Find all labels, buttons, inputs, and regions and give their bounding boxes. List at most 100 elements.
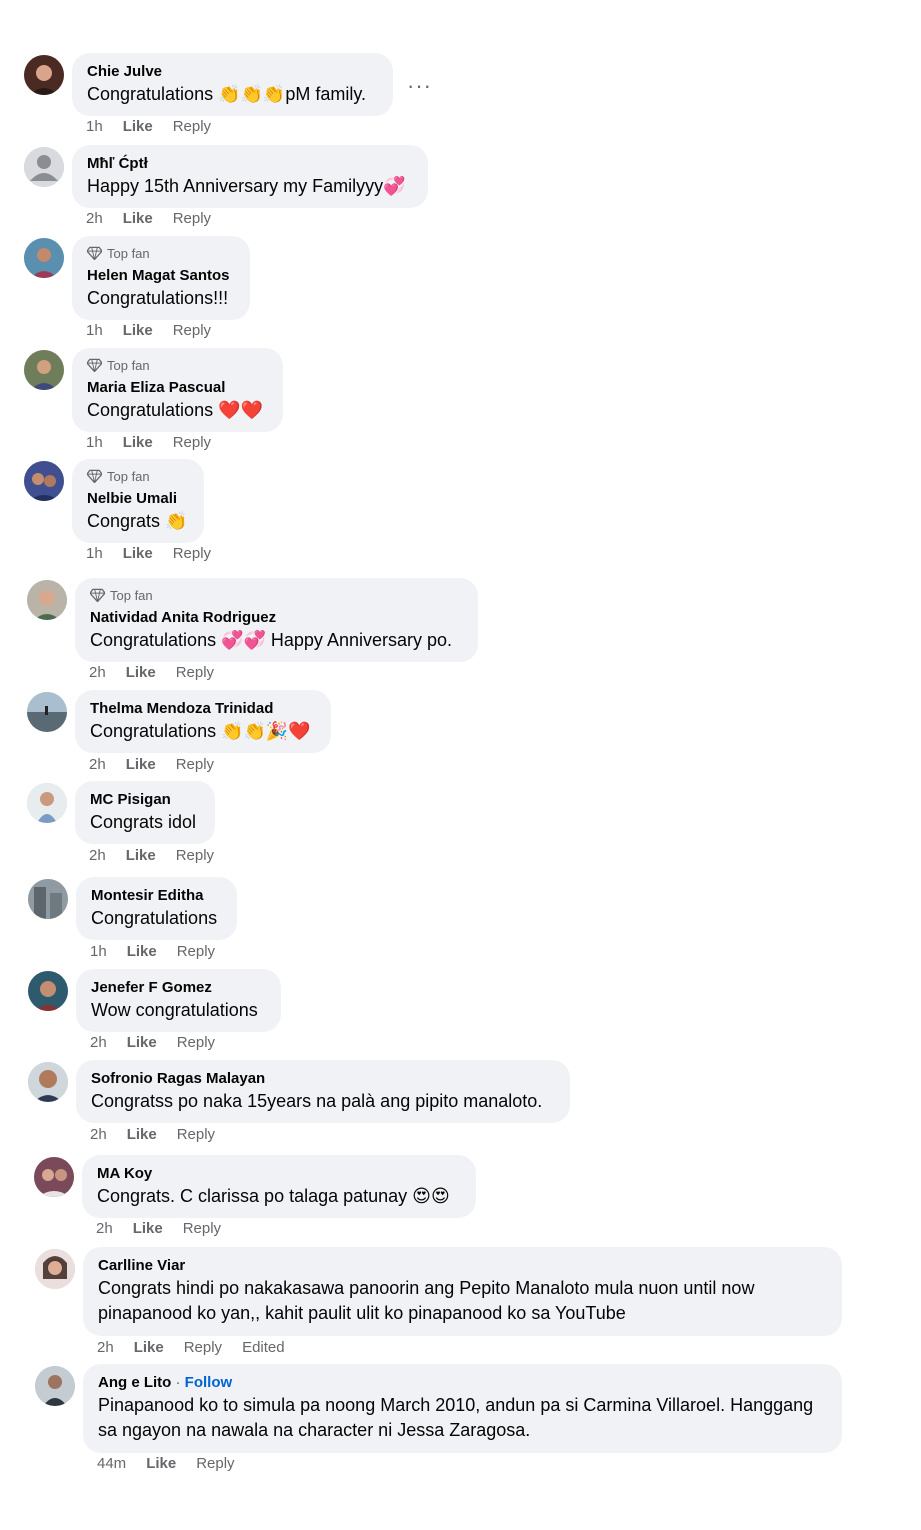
- like-button[interactable]: Like: [123, 118, 153, 135]
- comment-bubble: Top fan Maria Eliza Pascual Congratulati…: [72, 348, 283, 432]
- edited-label[interactable]: Edited: [242, 1339, 285, 1356]
- comment-bubble: MA Koy Congrats. C clarissa po talaga pa…: [82, 1155, 476, 1218]
- reply-button[interactable]: Reply: [183, 1220, 221, 1237]
- reply-button[interactable]: Reply: [176, 664, 214, 681]
- reply-button[interactable]: Reply: [176, 847, 214, 864]
- reply-button[interactable]: Reply: [173, 545, 211, 562]
- comment-text: Congrats idol: [90, 812, 197, 832]
- comment-text: Congratulations 👏👏🎉❤️: [90, 721, 311, 741]
- comment-time[interactable]: 2h: [86, 210, 103, 227]
- diamond-icon: [90, 588, 105, 602]
- comment-author[interactable]: Helen Magat Santos: [87, 266, 235, 286]
- avatar[interactable]: [28, 879, 68, 919]
- comment-text: Congrats. C clarissa po talaga patunay 😍…: [97, 1186, 450, 1206]
- more-options-icon[interactable]: ···: [407, 73, 432, 99]
- comment-author[interactable]: Chie Julve: [87, 62, 378, 82]
- avatar[interactable]: [27, 783, 67, 823]
- reply-button[interactable]: Reply: [196, 1455, 234, 1472]
- like-button[interactable]: Like: [123, 322, 153, 339]
- avatar[interactable]: [34, 1157, 74, 1197]
- avatar[interactable]: [24, 147, 64, 187]
- comment-time[interactable]: 1h: [86, 545, 103, 562]
- follow-link[interactable]: Follow: [185, 1374, 233, 1391]
- comment-author[interactable]: Montesir Editha: [91, 886, 222, 906]
- comment-time[interactable]: 1h: [90, 943, 107, 960]
- avatar[interactable]: [24, 350, 64, 390]
- like-button[interactable]: Like: [126, 847, 156, 864]
- like-button[interactable]: Like: [123, 545, 153, 562]
- comment-actions: 2h Like Reply: [89, 847, 214, 864]
- comment-time[interactable]: 2h: [89, 847, 106, 864]
- comment-author[interactable]: Maria Eliza Pascual: [87, 378, 268, 398]
- comment-author[interactable]: Sofronio Ragas Malayan: [91, 1069, 555, 1089]
- comment-author[interactable]: Natividad Anita Rodriguez: [90, 608, 463, 628]
- reply-button[interactable]: Reply: [177, 1126, 215, 1143]
- comment-author[interactable]: Nelbie Umali: [87, 489, 189, 509]
- avatar[interactable]: [24, 461, 64, 501]
- comment-actions: 1h Like Reply: [86, 322, 211, 339]
- comment-author[interactable]: MA Koy: [97, 1164, 461, 1184]
- comment-text: Congrats hindi po nakakasawa panoorin an…: [98, 1278, 755, 1323]
- comment-text: Pinapanood ko to simula pa noong March 2…: [98, 1395, 814, 1440]
- comment-author[interactable]: Mħľ Ćptł: [87, 154, 413, 174]
- comment-bubble: Top fan Natividad Anita Rodriguez Congra…: [75, 578, 478, 662]
- comment-actions: 44m Like Reply: [97, 1455, 235, 1472]
- reply-button[interactable]: Reply: [173, 322, 211, 339]
- like-button[interactable]: Like: [126, 756, 156, 773]
- comment-actions: 2h Like Reply: [89, 756, 214, 773]
- reply-button[interactable]: Reply: [184, 1339, 222, 1356]
- comment-author[interactable]: Jenefer F Gomez: [91, 978, 266, 998]
- comment-text: Congratulations!!!: [87, 288, 229, 308]
- comment-time[interactable]: 2h: [89, 664, 106, 681]
- comment-time[interactable]: 2h: [97, 1339, 114, 1356]
- comment-header: Ang e Lito · Follow: [98, 1374, 233, 1391]
- comment-text: Congratulations ❤️❤️: [87, 400, 263, 420]
- like-button[interactable]: Like: [134, 1339, 164, 1356]
- comment-time[interactable]: 1h: [86, 434, 103, 451]
- comment-author[interactable]: Thelma Mendoza Trinidad: [90, 699, 316, 719]
- avatar[interactable]: [35, 1366, 75, 1406]
- comment-author[interactable]: MC Pisigan: [90, 790, 200, 810]
- comment-author[interactable]: Ang e Lito: [98, 1374, 171, 1391]
- reply-button[interactable]: Reply: [173, 118, 211, 135]
- like-button[interactable]: Like: [127, 1126, 157, 1143]
- comment-time[interactable]: 2h: [96, 1220, 113, 1237]
- like-button[interactable]: Like: [127, 943, 157, 960]
- comment-time[interactable]: 1h: [86, 118, 103, 135]
- comment-time[interactable]: 44m: [97, 1455, 126, 1472]
- avatar[interactable]: [24, 55, 64, 95]
- reply-button[interactable]: Reply: [173, 210, 211, 227]
- reply-button[interactable]: Reply: [177, 1034, 215, 1051]
- reply-button[interactable]: Reply: [173, 434, 211, 451]
- avatar[interactable]: [28, 1062, 68, 1102]
- like-button[interactable]: Like: [133, 1220, 163, 1237]
- comment-bubble: Sofronio Ragas Malayan Congratss po naka…: [76, 1060, 570, 1123]
- comment-bubble: Top fan Nelbie Umali Congrats 👏: [72, 459, 204, 543]
- comment-text: Congratss po naka 15years na palà ang pi…: [91, 1091, 543, 1111]
- like-button[interactable]: Like: [123, 434, 153, 451]
- comment-bubble: Chie Julve Congratulations 👏👏👏pM family.: [72, 53, 393, 116]
- avatar[interactable]: [35, 1249, 75, 1289]
- avatar[interactable]: [27, 580, 67, 620]
- top-fan-badge: Top fan: [90, 587, 463, 603]
- like-button[interactable]: Like: [126, 664, 156, 681]
- avatar[interactable]: [27, 692, 67, 732]
- like-button[interactable]: Like: [146, 1455, 176, 1472]
- comment-time[interactable]: 2h: [90, 1126, 107, 1143]
- reply-button[interactable]: Reply: [177, 943, 215, 960]
- comment-actions: 1h Like Reply: [86, 434, 211, 451]
- reply-button[interactable]: Reply: [176, 756, 214, 773]
- comment-time[interactable]: 2h: [90, 1034, 107, 1051]
- comment-author[interactable]: Carlline Viar: [98, 1256, 827, 1276]
- comment-actions: 2h Like Reply: [96, 1220, 221, 1237]
- top-fan-badge: Top fan: [87, 245, 235, 261]
- comment-time[interactable]: 2h: [89, 756, 106, 773]
- comment-time[interactable]: 1h: [86, 322, 103, 339]
- comment-bubble: MC Pisigan Congrats idol: [75, 781, 215, 844]
- like-button[interactable]: Like: [123, 210, 153, 227]
- avatar[interactable]: [28, 971, 68, 1011]
- comment-text: Wow congratulations: [91, 1000, 258, 1020]
- comment-actions: 2h Like Reply: [90, 1034, 215, 1051]
- like-button[interactable]: Like: [127, 1034, 157, 1051]
- avatar[interactable]: [24, 238, 64, 278]
